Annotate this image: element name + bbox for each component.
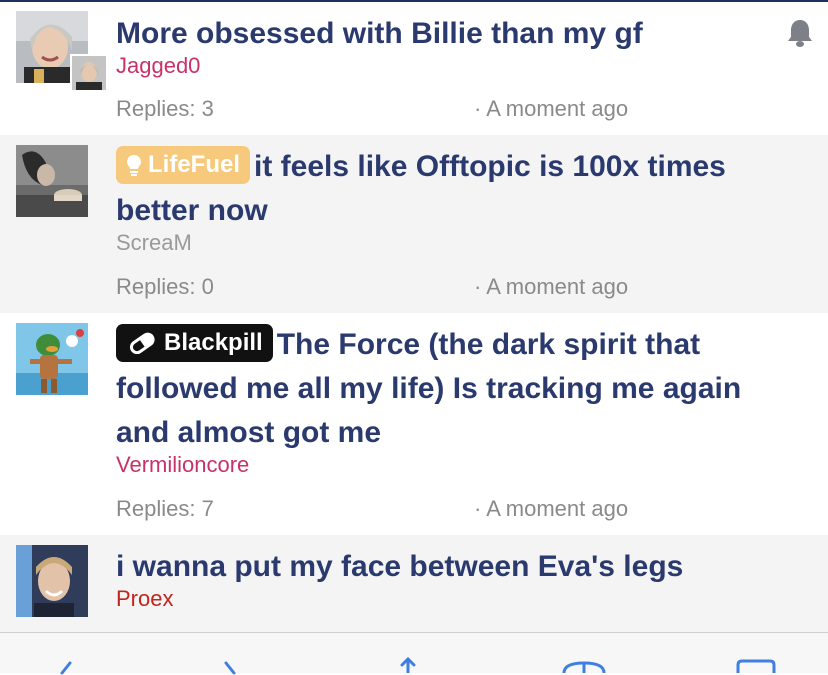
prefix-label: Blackpill (164, 329, 263, 356)
timestamp: · A moment ago (474, 274, 629, 299)
browser-toolbar (0, 632, 828, 675)
thread-title[interactable]: LifeFuel it feels like Offtopic is 100x t… (116, 145, 788, 233)
bell-icon[interactable] (786, 18, 814, 48)
back-icon[interactable] (56, 661, 76, 675)
thread-title[interactable]: Blackpill The Force (the dark spirit that… (116, 323, 788, 455)
thread-author[interactable]: Proex (116, 585, 788, 613)
tabs-icon[interactable] (736, 659, 776, 673)
reply-count: Replies: 0 (116, 274, 214, 299)
thread-title[interactable]: More obsessed with Billie than my gf (116, 12, 768, 56)
thread-author[interactable]: Jagged0 (116, 52, 768, 80)
prefix-lifefuel[interactable]: LifeFuel (116, 146, 251, 184)
reply-count: Replies: 7 (116, 496, 214, 521)
avatar[interactable] (16, 323, 88, 395)
thread-item[interactable]: Blackpill The Force (the dark spirit that… (0, 313, 828, 535)
pill-icon (129, 332, 155, 355)
lightbulb-icon (127, 155, 141, 176)
avatar[interactable] (16, 545, 88, 617)
reply-count: Replies: 3 (116, 96, 214, 121)
bookmarks-icon[interactable] (560, 659, 608, 673)
forward-icon[interactable] (220, 661, 240, 675)
secondary-avatar[interactable] (70, 54, 108, 92)
prefix-label: LifeFuel (148, 151, 241, 178)
thread-item[interactable]: LifeFuel it feels like Offtopic is 100x t… (0, 135, 828, 313)
avatar[interactable] (16, 145, 88, 217)
timestamp: · A moment ago (474, 96, 629, 121)
timestamp: · A moment ago (474, 496, 629, 521)
thread-item[interactable]: More obsessed with Billie than my gf Jag… (0, 2, 828, 135)
thread-item[interactable]: i wanna put my face between Eva's legs P… (0, 535, 828, 632)
thread-author[interactable]: Vermilioncore (116, 451, 788, 479)
prefix-blackpill[interactable]: Blackpill (116, 324, 273, 362)
share-icon[interactable] (396, 657, 420, 673)
thread-title[interactable]: i wanna put my face between Eva's legs (116, 545, 788, 589)
thread-author[interactable]: ScreaM (116, 229, 788, 257)
